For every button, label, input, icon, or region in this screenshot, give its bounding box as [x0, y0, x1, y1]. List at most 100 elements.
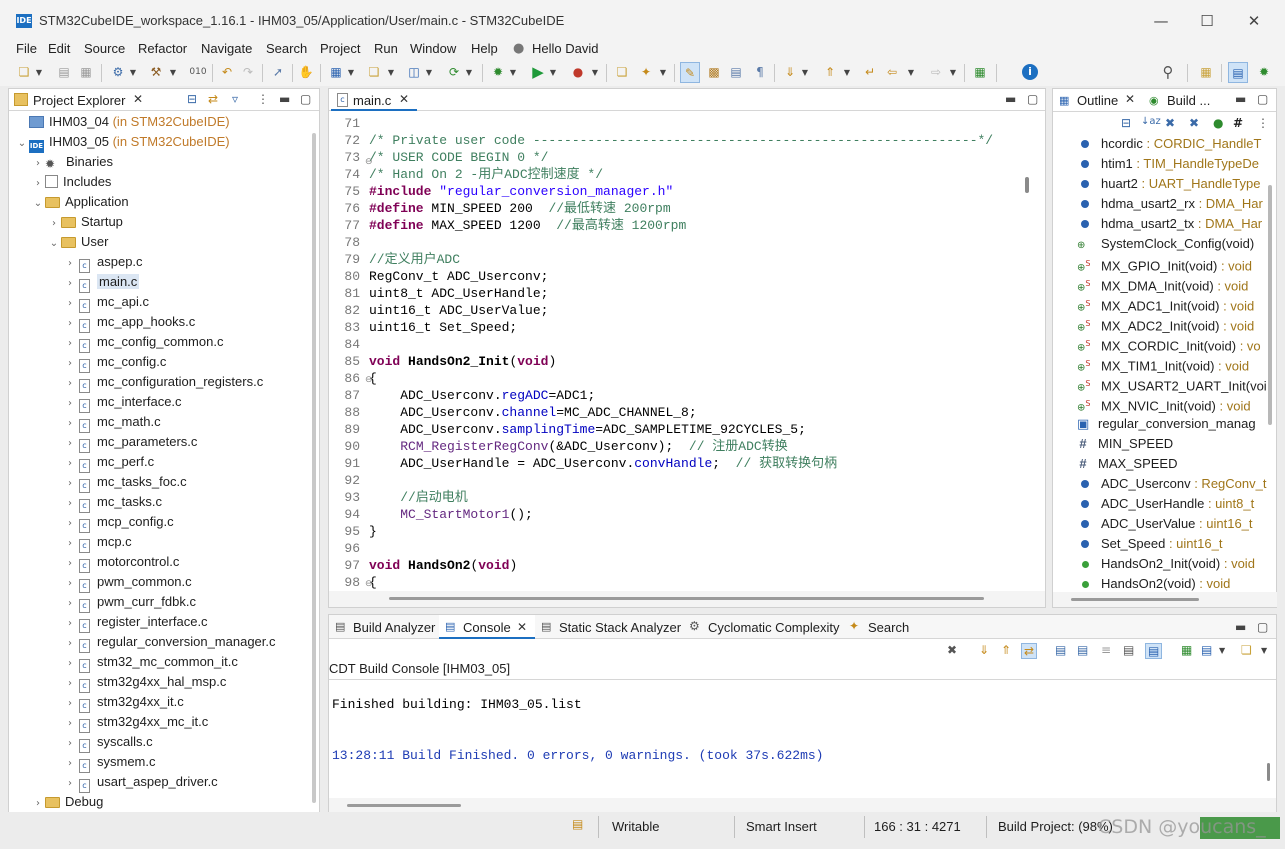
open-folder-icon[interactable]: ❏	[364, 62, 384, 83]
back-dropdown-icon[interactable]: ▼	[906, 62, 916, 83]
maximize-icon[interactable]: ☐	[1184, 8, 1230, 34]
console-horizontal-scrollbar[interactable]	[329, 798, 1276, 813]
collapse-outline-icon[interactable]: ⊟	[1121, 116, 1131, 130]
tree-startup[interactable]: › Startup	[47, 212, 123, 232]
outline-item[interactable]: ⊕S MX_DMA_Init(void) : void	[1053, 274, 1248, 294]
tree-project-ihm03-05[interactable]: ⌄ IDE IHM03_05 (in STM32CubeIDE)	[15, 132, 230, 153]
tree-file[interactable]: › c mc_api.c	[63, 292, 149, 313]
editor-minimize-icon[interactable]: ▬	[1005, 92, 1016, 106]
outline-item[interactable]: ADC_UserHandle : uint8_t	[1053, 494, 1254, 514]
console-vertical-scroll-thumb[interactable]	[1267, 763, 1270, 781]
tree-file[interactable]: › c mcp.c	[63, 532, 132, 553]
tree-includes[interactable]: › Includes	[31, 172, 111, 192]
editor-maximize-icon[interactable]: ▢	[1027, 92, 1038, 106]
scroll-up-icon[interactable]: ⇑	[1001, 643, 1011, 657]
mark-occurrences-icon[interactable]: ✎	[680, 62, 700, 83]
project-explorer-close-icon[interactable]: ✕	[133, 92, 143, 106]
display-console-icon[interactable]: ▤	[1201, 643, 1212, 657]
new-file-icon[interactable]: ◫	[404, 62, 424, 83]
pointer-icon[interactable]: ➚	[268, 62, 288, 83]
menu-search[interactable]: Search	[266, 40, 307, 60]
tab-search[interactable]: Search	[868, 620, 909, 635]
new-icon[interactable]: ❏	[14, 62, 34, 83]
outline-item[interactable]: # MAX_SPEED	[1053, 454, 1177, 474]
menu-window[interactable]: Window	[410, 40, 456, 60]
new-dropdown-icon[interactable]: ▼	[34, 62, 44, 83]
editor-horizontal-scrollbar[interactable]	[329, 591, 1045, 607]
new-project-dropdown-icon[interactable]: ▼	[346, 62, 356, 83]
tree-file[interactable]: › c mc_interface.c	[63, 392, 182, 413]
user-greeting[interactable]: Hello David	[532, 40, 598, 60]
tab-console[interactable]: ▤ Console ✕	[439, 615, 535, 639]
menu-source[interactable]: Source	[84, 40, 125, 60]
outline-tab[interactable]: Outline	[1077, 93, 1118, 108]
toggle-block-icon[interactable]: ▩	[704, 62, 724, 83]
open-type-icon[interactable]: ❏	[612, 62, 632, 83]
open-console-icon[interactable]: ❏	[1241, 643, 1252, 657]
build-dropdown-icon[interactable]: ▼	[168, 62, 178, 83]
outline-item[interactable]: huart2 : UART_HandleType	[1053, 174, 1260, 194]
outline-item[interactable]: HandsOn2_Init(void) : void	[1053, 554, 1255, 574]
tree-file[interactable]: › c mc_tasks.c	[63, 492, 162, 513]
outline-item[interactable]: HandsOn2(void) : void	[1053, 574, 1230, 592]
prev-annotation-dropdown-icon[interactable]: ▼	[842, 62, 852, 83]
fold-icon[interactable]: ⊖	[365, 157, 373, 167]
flash-icon[interactable]: ✦	[636, 62, 656, 83]
new-file-dropdown-icon[interactable]: ▼	[424, 62, 434, 83]
link-console-icon[interactable]: ⇄	[1021, 643, 1038, 659]
save-icon[interactable]: ▤	[54, 62, 74, 83]
minimize-panel-icon[interactable]: ▬	[279, 92, 290, 106]
undo-icon[interactable]: ↶	[217, 62, 237, 83]
tree-file[interactable]: › c usart_aspep_driver.c	[63, 772, 218, 793]
outline-horizontal-scroll-thumb[interactable]	[1071, 598, 1199, 601]
open-folder-dropdown-icon[interactable]: ▼	[386, 62, 396, 83]
tree-file[interactable]: › c pwm_common.c	[63, 572, 192, 593]
tree-file[interactable]: › c mc_math.c	[63, 412, 161, 433]
tree-file[interactable]: › c aspep.c	[63, 252, 143, 273]
open-console-dropdown-icon[interactable]: ▼	[1261, 646, 1267, 655]
menu-edit[interactable]: Edit	[48, 40, 70, 60]
tab-static-stack-analyzer[interactable]: Static Stack Analyzer	[559, 620, 681, 635]
tree-file[interactable]: › c motorcontrol.c	[63, 552, 179, 573]
tree-user[interactable]: ⌄ User	[47, 232, 109, 252]
tab-cyclomatic-complexity[interactable]: Cyclomatic Complexity	[708, 620, 839, 635]
tree-file[interactable]: › c mc_parameters.c	[63, 432, 197, 453]
save-log-icon[interactable]: ▤	[1077, 643, 1088, 657]
outline-view-menu-icon[interactable]: ⋮	[1257, 116, 1269, 130]
next-annotation-dropdown-icon[interactable]: ▼	[800, 62, 810, 83]
tree-file[interactable]: › c pwm_curr_fdbk.c	[63, 592, 196, 613]
prev-annotation-icon[interactable]: ⇑	[820, 62, 840, 83]
forward-icon[interactable]: ⇨	[926, 62, 946, 83]
redo-icon[interactable]: ↷	[238, 62, 258, 83]
outline-item[interactable]: htim1 : TIM_HandleTypeDe	[1053, 154, 1259, 174]
outline-item[interactable]: Set_Speed : uint16_t	[1053, 534, 1222, 554]
copy-build-log-icon[interactable]: ▤	[1055, 643, 1066, 657]
search-icon[interactable]: ⚲	[1158, 62, 1178, 83]
outline-item[interactable]: ADC_UserValue : uint16_t	[1053, 514, 1253, 534]
project-explorer-title[interactable]: Project Explorer	[33, 93, 125, 108]
tree-project-ihm03-04[interactable]: IHM03_04 (in STM32CubeIDE)	[15, 112, 230, 132]
pin-console-icon[interactable]: ▦	[1181, 643, 1192, 657]
outline-item[interactable]: hcordic : CORDIC_HandleT	[1053, 134, 1261, 154]
hand-icon[interactable]: ✋	[296, 62, 316, 83]
hide-fields-icon[interactable]: ✖	[1165, 116, 1175, 130]
show-whitespace-icon[interactable]: ¶	[750, 62, 770, 83]
back-icon[interactable]: ⇦	[882, 62, 902, 83]
forward-dropdown-icon[interactable]: ▼	[948, 62, 958, 83]
debug-perspective-icon[interactable]: ✹	[1254, 62, 1274, 83]
console-horizontal-scroll-thumb[interactable]	[347, 804, 461, 807]
explorer-scrollbar[interactable]	[312, 133, 316, 803]
outline-item[interactable]: ADC_Userconv : RegConv_t	[1053, 474, 1266, 494]
binary-icon[interactable]: 010	[188, 62, 208, 83]
close-window-icon[interactable]: ✕	[1231, 8, 1277, 34]
group-includes-icon[interactable]: #	[1233, 116, 1243, 130]
tree-file[interactable]: › c syscalls.c	[63, 732, 153, 753]
hide-nonpublic-icon[interactable]: ●	[1213, 116, 1223, 130]
outline-item[interactable]: ⊕S MX_GPIO_Init(void) : void	[1053, 254, 1252, 274]
build-hammer-icon[interactable]: ⚒	[146, 62, 166, 83]
tree-file-selected[interactable]: › c main.c	[63, 272, 140, 293]
tree-binaries[interactable]: › ✹ Binaries	[31, 152, 113, 172]
view-menu-icon[interactable]: ⋮	[257, 92, 269, 106]
tree-file[interactable]: › c stm32_mc_common_it.c	[63, 652, 238, 673]
run-icon[interactable]: ▶	[528, 62, 548, 83]
